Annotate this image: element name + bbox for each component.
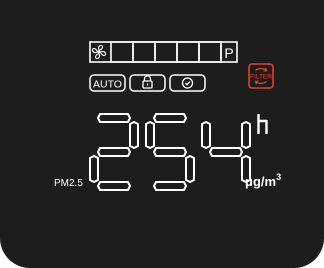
segment-f <box>201 121 211 149</box>
unit-label: μg/m3 <box>245 172 281 189</box>
segment-a <box>97 113 131 123</box>
pm25-label: PM2.5 <box>54 178 83 189</box>
segment-g <box>97 147 131 157</box>
fan-speed-segments <box>110 41 222 63</box>
segment-b <box>241 121 251 149</box>
fan-speed-segment <box>132 41 156 63</box>
fan-speed-segment <box>110 41 134 63</box>
segment-d <box>153 181 187 191</box>
segment-e <box>89 155 99 183</box>
unit-superscript: 3 <box>276 172 281 182</box>
segment-f <box>145 121 155 149</box>
digit-3 <box>201 121 251 183</box>
segment-c <box>185 155 195 183</box>
hours-mark: h <box>257 114 268 134</box>
pm25-reading-digits <box>89 113 251 191</box>
display-panel: P AUTO FILTER PM2.5 μg/m3 <box>0 0 324 268</box>
segment-g <box>209 147 243 157</box>
segment-d <box>97 181 131 191</box>
lock-icon <box>142 75 153 89</box>
timer-icon <box>181 77 194 89</box>
digit-2 <box>145 113 195 191</box>
unit-prefix: μg/m <box>245 174 276 189</box>
fan-speed-max-label: P <box>224 45 233 61</box>
digit-1 <box>89 113 139 191</box>
filter-label: FILTER <box>250 74 272 81</box>
fan-speed-segment <box>176 41 200 63</box>
lock-button[interactable] <box>129 74 166 92</box>
timer-button[interactable] <box>169 74 206 92</box>
fan-speed-frame <box>89 41 238 63</box>
filter-indicator[interactable]: FILTER <box>248 63 274 89</box>
fan-speed-segment <box>198 41 222 63</box>
segment-a <box>153 113 187 123</box>
fan-speed-segment <box>154 41 178 63</box>
segment-g <box>153 147 187 157</box>
segment-b <box>129 121 139 149</box>
fan-icon <box>91 44 107 60</box>
auto-mode-button[interactable]: AUTO <box>89 74 126 92</box>
fan-speed-bar: P <box>89 41 238 63</box>
auto-label: AUTO <box>93 79 122 91</box>
